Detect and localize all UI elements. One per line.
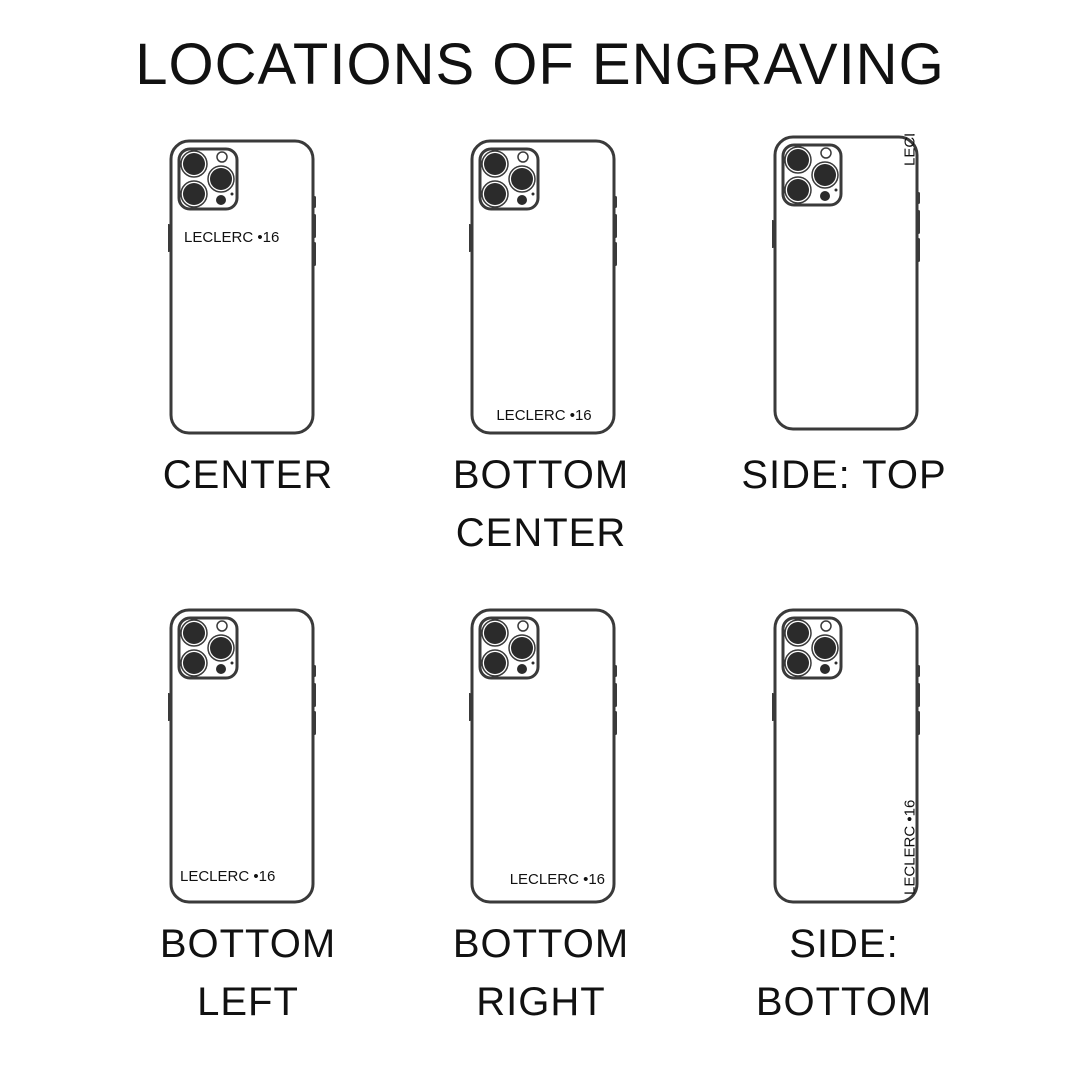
sensor-dot: [216, 195, 226, 205]
page-title: LOCATIONS OF ENGRAVING: [135, 32, 945, 97]
sensor-dot: [517, 195, 527, 205]
camera-lens: [210, 168, 232, 190]
phone-outline: LECLERC •16: [166, 139, 316, 435]
camera-lens: [484, 652, 506, 674]
camera-lens: [511, 637, 533, 659]
option-label: BOTTOM CENTER: [452, 453, 630, 555]
phone-illustration: LECLERC •16: [467, 607, 619, 912]
camera-lens: [787, 149, 809, 171]
phone-outline: LECLERC •16: [467, 139, 617, 435]
camera-lens: [210, 637, 232, 659]
phone-illustration: LECLERC •16: [166, 138, 318, 443]
mic-dot: [230, 661, 234, 665]
camera-lens: [183, 652, 205, 674]
phone-illustration: LECLERC •16: [770, 71, 922, 439]
flash-icon: [820, 147, 832, 159]
mic-dot: [531, 661, 535, 665]
flash-icon: [517, 151, 529, 163]
sensor-dot: [216, 664, 226, 674]
option-label: BOTTOM RIGHT: [452, 922, 630, 1024]
camera-lens: [787, 179, 809, 201]
mic-dot: [230, 192, 234, 196]
mic-dot: [531, 192, 535, 196]
camera-lens: [183, 153, 205, 175]
camera-lens: [787, 652, 809, 674]
engraving-text: LECLERC •16: [180, 868, 275, 885]
camera-lens: [183, 183, 205, 205]
camera-lens: [814, 164, 836, 186]
engraving-text: LECLERC •16: [901, 134, 918, 166]
sensor-dot: [820, 664, 830, 674]
phone-outline: LECLERC •16: [770, 608, 920, 904]
flash-icon: [820, 620, 832, 632]
flash-icon: [216, 151, 228, 163]
camera-lens: [814, 637, 836, 659]
flash-icon: [517, 620, 529, 632]
phone-outline: LECLERC •16: [166, 608, 316, 904]
sensor-dot: [517, 664, 527, 674]
engraving-text: LECLERC •16: [510, 871, 605, 888]
engraving-text: LECLERC •16: [901, 800, 918, 895]
phone-illustration: LECLERC •16: [770, 607, 922, 912]
phone-outline: LECLERC •16: [770, 71, 920, 431]
engraving-text: LECLERC •16: [184, 229, 279, 246]
mic-dot: [834, 188, 838, 192]
option-label: SIDE: BOTTOM: [755, 922, 933, 1024]
camera-lens: [511, 168, 533, 190]
flash-icon: [216, 620, 228, 632]
camera-lens: [787, 622, 809, 644]
camera-lens: [484, 183, 506, 205]
phone-outline: LECLERC •16: [467, 608, 617, 904]
engraving-text: LECLERC •16: [496, 407, 591, 424]
option-label: SIDE: TOP: [741, 453, 947, 497]
camera-lens: [484, 622, 506, 644]
option-label: BOTTOM LEFT: [159, 922, 337, 1024]
mic-dot: [834, 661, 838, 665]
camera-lens: [484, 153, 506, 175]
camera-lens: [183, 622, 205, 644]
option-label: CENTER: [162, 453, 334, 497]
phone-illustration: LECLERC •16: [467, 138, 619, 443]
sensor-dot: [820, 191, 830, 201]
phone-illustration: LECLERC •16: [166, 607, 318, 912]
